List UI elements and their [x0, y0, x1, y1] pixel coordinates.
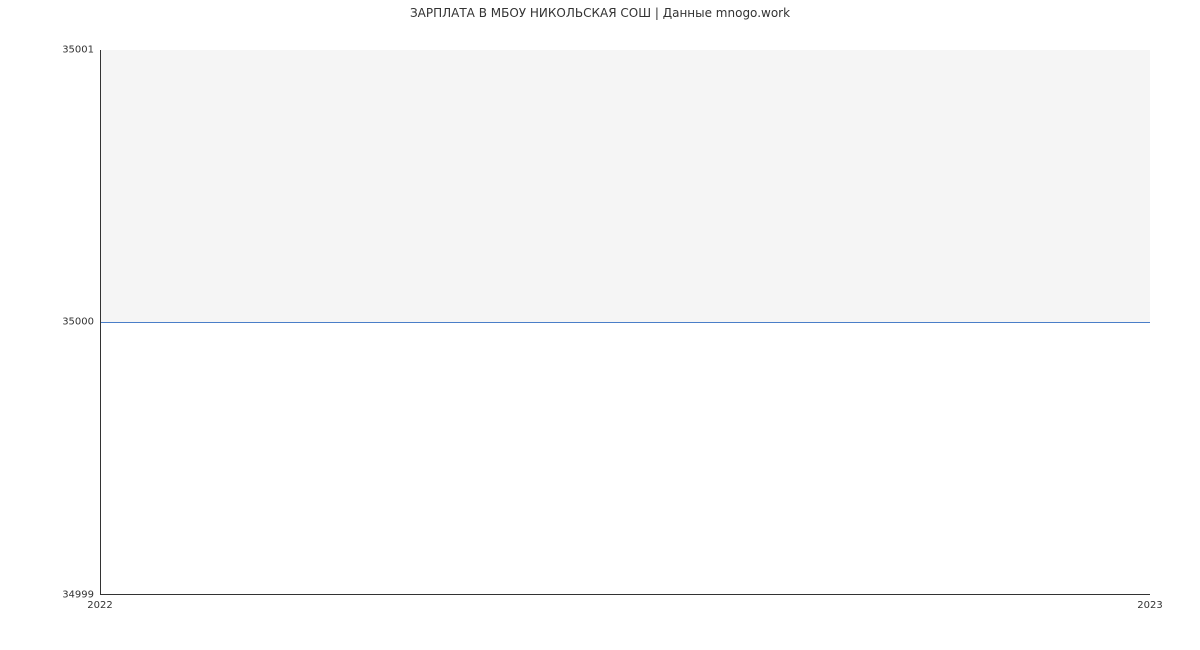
x-tick-left: 2022 [87, 600, 112, 611]
x-tick-right: 2023 [1137, 600, 1162, 611]
data-line [101, 322, 1150, 323]
chart-title: ЗАРПЛАТА В МБОУ НИКОЛЬСКАЯ СОШ | Данные … [0, 6, 1200, 20]
y-tick-top: 35001 [62, 45, 94, 56]
y-tick-bottom: 34999 [62, 590, 94, 601]
chart-container: ЗАРПЛАТА В МБОУ НИКОЛЬСКАЯ СОШ | Данные … [0, 0, 1200, 650]
fill-below-line [101, 322, 1150, 594]
y-tick-mid: 35000 [62, 317, 94, 328]
plot-area [100, 50, 1150, 595]
